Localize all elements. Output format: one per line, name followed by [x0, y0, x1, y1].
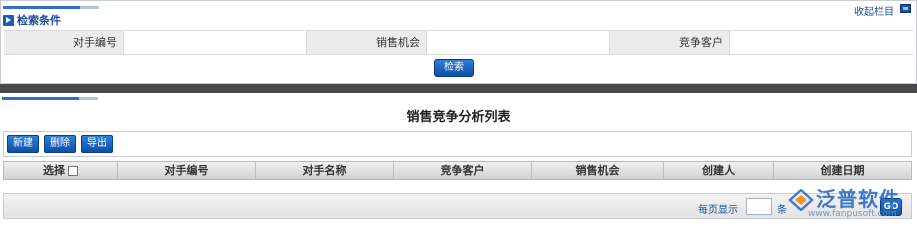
- column-header-select: 选择: [4, 162, 118, 179]
- export-button[interactable]: 导出: [81, 135, 113, 153]
- column-header-opponent-no[interactable]: 对手编号: [118, 162, 256, 179]
- panel-divider: [0, 84, 917, 93]
- tab-accent-bar: [3, 6, 99, 9]
- search-panel: 收起栏目 检索条件 对手编号 销售机会 竞争客户 检索: [0, 0, 917, 84]
- competing-customer-input[interactable]: [730, 31, 913, 54]
- column-header-created-date[interactable]: 创建日期: [774, 162, 911, 179]
- field-label-opponent-no: 对手编号: [4, 31, 124, 54]
- list-title: 销售竞争分析列表: [406, 110, 511, 125]
- column-header-select-label: 选择: [43, 164, 65, 177]
- field-label-sales-opportunity: 销售机会: [307, 31, 427, 54]
- column-header-competing-customer[interactable]: 竞争客户: [394, 162, 532, 179]
- column-header-sales-opportunity[interactable]: 销售机会: [532, 162, 664, 179]
- per-page-unit: 条: [777, 205, 787, 216]
- column-header-opponent-name[interactable]: 对手名称: [256, 162, 394, 179]
- per-page-input[interactable]: [746, 198, 772, 215]
- tab-accent-bar: [2, 97, 98, 100]
- opponent-no-input[interactable]: [124, 31, 307, 54]
- arrow-right-icon: [3, 14, 14, 26]
- criteria-row: 对手编号 销售机会 竞争客户: [4, 30, 913, 55]
- field-label-competing-customer: 竞争客户: [610, 31, 730, 54]
- grid-header: 选择 对手编号 对手名称 竞争客户 销售机会 创建人 创建日期: [3, 161, 912, 180]
- search-panel-title: 检索条件: [3, 13, 61, 27]
- sales-opportunity-input[interactable]: [427, 31, 610, 54]
- pager: 每页显示 条 GO: [3, 193, 912, 219]
- search-button[interactable]: 检索: [434, 59, 474, 77]
- delete-button[interactable]: 删除: [44, 135, 76, 153]
- column-header-creator[interactable]: 创建人: [664, 162, 774, 179]
- collapse-icon[interactable]: [900, 4, 911, 13]
- select-all-checkbox[interactable]: [68, 165, 78, 176]
- list-toolbar: 新建 删除 导出: [3, 131, 912, 157]
- new-button[interactable]: 新建: [7, 135, 39, 153]
- collapse-link[interactable]: 收起栏目: [854, 3, 894, 18]
- per-page-label: 每页显示: [698, 205, 738, 216]
- go-button[interactable]: GO: [880, 198, 902, 216]
- list-panel: 销售竞争分析列表 新建 删除 导出 选择 对手编号 对手名称 竞争客户 销售机会…: [0, 93, 917, 229]
- search-panel-title-text: 检索条件: [17, 14, 61, 27]
